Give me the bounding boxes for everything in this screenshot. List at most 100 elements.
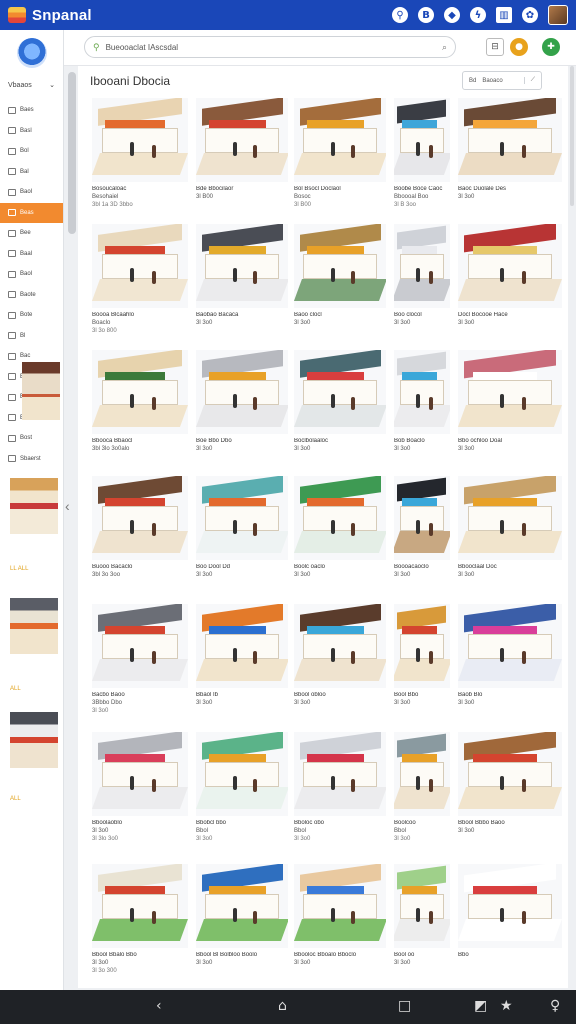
store-card[interactable]: Bbool obloo 3l 3o0 <box>294 604 386 722</box>
tray-button[interactable]: ⊟ <box>486 38 504 56</box>
store-title: Boolc oaclo <box>294 564 326 570</box>
nav-icon <box>8 250 16 258</box>
workspace-selector[interactable]: Vbaaos ⌄ <box>0 78 63 92</box>
store-card[interactable]: Buooo Bacaclo 3bl 3o 3oo <box>92 476 188 594</box>
store-meta: 3l 3o0 <box>394 836 411 842</box>
user-icon[interactable]: ♀ <box>550 998 560 1014</box>
store-card[interactable]: Bbooclaal Doc 3l 3o0 <box>458 476 562 594</box>
settings-icon[interactable]: ✿ <box>522 7 538 23</box>
store-card[interactable]: Bbooca Bbaocl 3bl 3lo 3o0alo <box>92 350 188 468</box>
back-icon[interactable]: ‹ <box>156 998 162 1014</box>
sort-icon[interactable]: ⟋ <box>523 77 535 84</box>
sidebar-item[interactable]: Baote <box>0 285 63 306</box>
search-submit-icon[interactable]: ⌕ <box>442 42 447 53</box>
sidebar-item[interactable]: Basl <box>0 121 63 142</box>
sidebar-item[interactable]: Bl <box>0 326 63 347</box>
rotate-icon[interactable]: ◩ <box>474 998 487 1014</box>
sidebar-item[interactable]: Bost <box>0 428 63 449</box>
recents-icon[interactable]: □ <box>398 998 411 1014</box>
sidebar-item[interactable]: Bote <box>0 305 63 326</box>
store-subtitle: 3l 3o0 <box>92 960 109 966</box>
store-card[interactable]: Baoc Duolale Des 3l 3o0 <box>458 98 562 216</box>
store-card[interactable]: Boobe Boce Caoc Bboooal Boo 3l B 3oo <box>394 98 450 216</box>
sidebar-thumb[interactable] <box>10 598 58 654</box>
person-icon <box>232 775 237 790</box>
sidebar-thumb[interactable] <box>10 712 58 768</box>
sidebar-item[interactable]: Bol <box>0 141 63 162</box>
sidebar-item[interactable]: Beas <box>0 202 63 223</box>
store-card[interactable]: Baob Blo 3l 3o0 <box>458 604 562 722</box>
person-icon <box>351 145 356 159</box>
search-input[interactable] <box>105 42 436 52</box>
avatar[interactable] <box>548 5 568 25</box>
store-card[interactable]: Baobao Bacaca 3l 3o0 <box>196 224 288 342</box>
store-card[interactable]: Boooacaoclo 3l 3o0 <box>394 476 450 594</box>
store-thumbnail <box>294 98 386 182</box>
coin-button[interactable]: ● <box>510 38 528 56</box>
store-sign <box>208 753 266 763</box>
store-subtitle: 3l 3o0 <box>394 572 411 578</box>
store-thumbnail <box>294 350 386 434</box>
person-icon <box>428 651 433 665</box>
store-front <box>101 128 179 154</box>
store-card[interactable]: Boclbolaaloc 3l 3o0 <box>294 350 386 468</box>
notifications-icon[interactable]: B <box>418 7 434 23</box>
store-card[interactable]: Baoo clocl 3l 3o0 <box>294 224 386 342</box>
search-bar[interactable]: ⚲ ⌕ <box>84 36 456 58</box>
store-card[interactable]: Bacbo Baoo 3Bbbo Dbo 3l 3o0 <box>92 604 188 722</box>
sidebar-item[interactable]: Baes <box>0 100 63 121</box>
store-card[interactable]: Bol Bsocl Doclaol Bosoc 3l B00 <box>294 98 386 216</box>
store-card[interactable]: Bbo ochloo Doal 3l 3o0 <box>458 350 562 468</box>
sidebar-item[interactable]: Bal <box>0 162 63 183</box>
sidebar-scrollbar[interactable] <box>68 72 76 234</box>
store-card[interactable]: Bbool Bbalo Bbo 3l 3o0 3l 3o 300 <box>92 864 188 982</box>
store-card[interactable]: Bboolaoblo 3l 3o0 3l 3lo 3o0 <box>92 732 188 850</box>
store-thumbnail <box>458 476 562 560</box>
sidebar-item[interactable]: Baal <box>0 244 63 265</box>
content-scrollbar[interactable] <box>570 66 574 206</box>
sidebar-thumb[interactable] <box>22 362 60 420</box>
store-card[interactable]: Bbool Bbbo Baoo 3l 3o0 <box>458 732 562 850</box>
store-card[interactable]: Bbooloc Bboalo Bboclo 3l 3o0 <box>294 864 386 982</box>
store-card[interactable]: Boo Dool Dd 3l 3o0 <box>196 476 288 594</box>
store-card[interactable]: Bbool Bl Bolbloo Boolo 3l 3o0 <box>196 864 288 982</box>
workspace-logo-icon[interactable] <box>16 38 47 68</box>
sidebar-item[interactable]: Bee <box>0 223 63 244</box>
store-card[interactable]: Boooa Blcaahlo Boaclo 3l 3o 800 <box>92 224 188 342</box>
sidebar-item[interactable]: Baol <box>0 182 63 203</box>
store-card[interactable]: Bbobcl bbo Bbol 3l 3o0 <box>196 732 288 850</box>
store-sign <box>306 497 364 507</box>
store-card[interactable]: Bool oo 3l 3o0 <box>394 864 450 982</box>
store-card[interactable]: Boo clocol 3l 3o0 <box>394 224 450 342</box>
collapse-chevron-icon[interactable]: ‹ <box>65 498 70 514</box>
sidebar-item-label: Baote <box>20 291 36 298</box>
store-card[interactable]: Boolc oaclo 3l 3o0 <box>294 476 386 594</box>
store-card[interactable]: Bbo <box>458 864 562 982</box>
store-card[interactable]: Bob Boaclo 3l 3o0 <box>394 350 450 468</box>
shield-icon[interactable]: ◆ <box>444 7 460 23</box>
home-icon[interactable]: ⌂ <box>278 998 287 1014</box>
person-icon <box>253 145 258 159</box>
store-card[interactable]: Bde Bbocilaor 3l B00 <box>196 98 288 216</box>
store-thumbnail <box>458 604 562 688</box>
columns-icon[interactable]: ▥ <box>496 7 512 23</box>
filter-control[interactable]: Bd Baoaco ⟋ <box>462 71 542 90</box>
add-button[interactable]: ✚ <box>542 38 560 56</box>
store-card[interactable]: Boe Bbo Dbo 3l 3o0 <box>196 350 288 468</box>
sidebar-item[interactable]: Sbaerst <box>0 449 63 470</box>
support-icon[interactable]: ⚲ <box>392 7 408 23</box>
store-card[interactable]: Bboloc obo Bbol 3l 3o0 <box>294 732 386 850</box>
store-card[interactable]: Docl Bocooe Hace 3l 3o0 <box>458 224 562 342</box>
store-card[interactable]: Bbaol Ib 3l 3o0 <box>196 604 288 722</box>
sidebar-item[interactable]: Baol <box>0 264 63 285</box>
store-thumbnail <box>394 732 450 816</box>
store-card[interactable]: Bool Bbo 3l 3o0 <box>394 604 450 722</box>
search-row: ⚲ ⌕ ⊟ ● ✚ <box>64 30 576 66</box>
store-card[interactable]: Boolcoo Bbol 3l 3o0 <box>394 732 450 850</box>
star-icon[interactable]: ★ <box>500 998 513 1014</box>
sidebar-thumb[interactable] <box>10 478 58 534</box>
person-icon <box>232 393 237 408</box>
store-card[interactable]: Bosoucaloac Besohaiel 3bl 1a 3D 3bbo <box>92 98 188 216</box>
person-icon <box>499 141 504 156</box>
bolt-icon[interactable]: ϟ <box>470 7 486 23</box>
